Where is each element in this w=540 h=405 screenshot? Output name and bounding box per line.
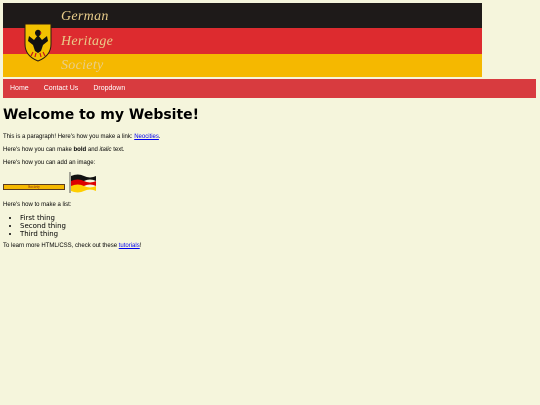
neocities-link[interactable]: Neocities [134,134,159,140]
eagle-coat-of-arms-icon [24,23,52,62]
german-flag-icon [69,172,96,193]
paragraph-tutorials: To learn more HTML/CSS, check out these … [3,242,533,250]
page-title: Welcome to my Website! [3,107,200,123]
paragraph-link-end: . [158,134,161,140]
list-item: Third thing [20,230,533,238]
banner-thumbnail-image: Society [3,184,65,190]
italic-text: italic [99,147,112,153]
list-item: First thing [20,214,533,222]
example-list: First thing Second thing Third thing [3,214,533,238]
banner-word-german: German [61,9,109,24]
nav-item-contact-us[interactable]: Contact Us [37,79,79,98]
formatting-text-start: Here's how you can make [3,147,74,153]
banner-word-society: Society [61,58,104,73]
paragraph-link-text: This is a paragraph! Here's how you make… [3,134,135,140]
nav-item-dropdown[interactable]: Dropdown [86,79,125,98]
list-item: Second thing [20,222,533,230]
banner-thumbnail-text: Society [28,184,40,189]
tutorials-text-end: ! [139,243,142,249]
tutorials-link[interactable]: tutorials [119,243,140,249]
bold-text: bold [73,147,87,153]
main-content: Welcome to my Website! This is a paragra… [3,107,533,255]
paragraph-formatting: Here's how you can make bold and italic … [3,146,533,154]
paragraph-link: This is a paragraph! Here's how you make… [3,133,533,141]
paragraph-image: Here's how you can add an image: [3,160,96,166]
banner-word-heritage: Heritage [61,34,114,49]
tutorials-text: To learn more HTML/CSS, check out these [3,243,119,249]
site-banner: German Heritage Society [3,3,482,77]
paragraph-list: Here's how to make a list: [3,202,72,208]
formatting-text-middle: and [86,147,100,153]
nav-item-home[interactable]: Home [3,79,29,98]
image-row: Society [3,172,533,194]
formatting-text-end: text. [111,147,125,153]
top-navbar: Home Contact Us Dropdown [3,79,536,98]
